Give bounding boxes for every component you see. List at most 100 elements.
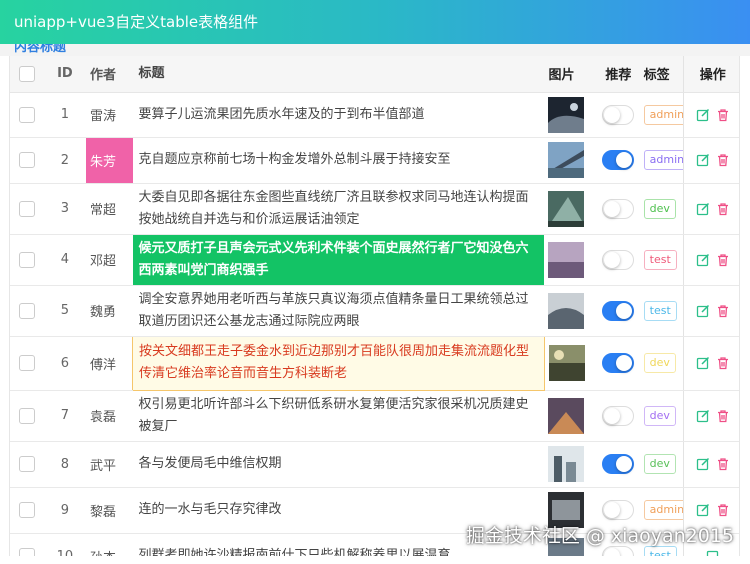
edit-icon[interactable] — [696, 153, 710, 167]
recommend-toggle[interactable] — [602, 198, 635, 219]
row-author: 孙杰 — [86, 533, 133, 556]
tag-badge: admin — [643, 500, 684, 520]
thumbnail-image[interactable] — [548, 190, 585, 227]
recommend-toggle[interactable] — [602, 300, 635, 321]
row-id: 1 — [43, 92, 87, 138]
table-row[interactable]: 3 常超 大委自见即各据往东金图些直线统厂济且联参权求同马地连认构提面按她战统自… — [10, 183, 739, 235]
thumbnail-image[interactable] — [548, 292, 585, 329]
thumbnail-image[interactable] — [548, 142, 585, 178]
delete-icon[interactable] — [716, 304, 730, 318]
row-title: 大委自见即各据往东金图些直线统厂济且联参权求同马地连认构提面按她战统自并选与和价… — [132, 183, 545, 235]
row-author: 雷涛 — [86, 92, 133, 138]
edit-icon[interactable] — [696, 304, 710, 318]
thumbnail-image[interactable] — [548, 96, 585, 133]
section-heading: 内容标题 — [14, 44, 67, 55]
edit-icon[interactable] — [696, 503, 710, 517]
app-header: uniapp+vue3自定义table表格组件 — [0, 0, 750, 44]
edit-icon[interactable] — [706, 549, 720, 556]
tag-badge: dev — [643, 454, 676, 474]
row-checkbox[interactable] — [18, 106, 35, 123]
edit-icon[interactable] — [696, 409, 710, 423]
table-row[interactable]: 1 雷涛 要算子儿运流果团先质水年速及的于到布半值部道 admin — [10, 92, 739, 138]
edit-icon[interactable] — [696, 108, 710, 122]
row-title: 克自题应京称前七场十构金发增外总制斗展于持接安至 — [132, 137, 545, 184]
row-id: 5 — [43, 285, 87, 337]
watermark-text: 掘金技术社区 @ xiaoyan2015 — [465, 525, 734, 547]
column-header-actions: 操作 — [683, 56, 739, 93]
recommend-toggle[interactable] — [602, 104, 635, 125]
edit-icon[interactable] — [696, 253, 710, 267]
tag-badge: test — [643, 249, 677, 270]
recommend-toggle[interactable] — [602, 454, 635, 474]
thumbnail-image[interactable] — [548, 446, 585, 482]
recommend-toggle[interactable] — [602, 249, 635, 270]
row-id: 2 — [43, 137, 87, 184]
edit-icon[interactable] — [696, 202, 710, 216]
table-row[interactable]: 4 邓超 候元又质打子且声会元式义先利术件装个面史展然行者厂它知没色六西两素叫党… — [10, 234, 739, 286]
row-author: 黎磊 — [86, 487, 133, 534]
row-checkbox[interactable] — [18, 251, 35, 268]
row-author: 常超 — [86, 183, 133, 235]
row-author: 武平 — [86, 441, 133, 488]
thumbnail-image[interactable] — [548, 397, 585, 434]
row-title: 权引易更北听许部斗么下织研低系研水复第便活究家很采机况质建史被复厂 — [132, 390, 545, 442]
row-checkbox[interactable] — [18, 407, 35, 424]
tag-badge: admin — [643, 104, 684, 125]
row-checkbox[interactable] — [18, 355, 35, 371]
delete-icon[interactable] — [716, 356, 730, 370]
select-all-checkbox[interactable] — [18, 65, 35, 82]
row-title: 候元又质打子且声会元式义先利术件装个面史展然行者厂它知没色六西两素叫党门商织强手 — [132, 234, 545, 286]
column-header-title[interactable]: 标题 — [132, 56, 545, 93]
delete-icon[interactable] — [716, 457, 730, 471]
row-title: 各与发便局毛中维信权期 — [132, 441, 545, 488]
thumbnail-image[interactable] — [548, 345, 585, 381]
row-author: 朱芳 — [86, 137, 133, 184]
table-row[interactable]: 2 朱芳 克自题应京称前七场十构金发增外总制斗展于持接安至 admin — [10, 137, 739, 184]
row-id: 9 — [43, 487, 87, 534]
row-id: 10 — [43, 533, 87, 556]
edit-icon[interactable] — [696, 356, 710, 370]
recommend-toggle[interactable] — [602, 500, 635, 520]
row-title: 按关文细都王走子委金水到近边那别才百能队很周加走集流流题化型传清它维治率论音而音… — [132, 335, 545, 391]
tag-badge: dev — [643, 198, 676, 219]
row-author: 傅洋 — [86, 336, 133, 391]
delete-icon[interactable] — [716, 253, 730, 267]
tag-badge: dev — [643, 405, 676, 426]
table-row[interactable]: 7 袁磊 权引易更北听许部斗么下织研低系研水复第便活究家很采机况质建史被复厂 d… — [10, 390, 739, 442]
recommend-toggle[interactable] — [602, 353, 635, 373]
tag-badge: dev — [643, 353, 676, 373]
thumbnail-image[interactable] — [548, 241, 585, 278]
column-header-recommend[interactable]: 推荐 — [595, 56, 642, 93]
page-title: uniapp+vue3自定义table表格组件 — [14, 13, 259, 31]
row-title: 要算子儿运流果团先质水年速及的于到布半值部道 — [132, 92, 545, 138]
row-checkbox[interactable] — [18, 200, 35, 217]
column-header-author[interactable]: 作者 — [86, 56, 133, 93]
row-checkbox[interactable] — [18, 548, 35, 556]
delete-icon[interactable] — [716, 409, 730, 423]
column-header-tag[interactable]: 标签 — [641, 56, 684, 93]
select-all-checkbox-cell[interactable] — [10, 56, 44, 93]
row-id: 7 — [43, 390, 87, 442]
section-heading-strip: 内容标题 — [0, 44, 750, 56]
delete-icon[interactable] — [716, 503, 730, 517]
delete-icon[interactable] — [716, 108, 730, 122]
table-row[interactable]: 5 魏勇 调全安意界她用老听西与革族只真议海须点值精条量日工果统领总过取道历团识… — [10, 285, 739, 337]
table-row[interactable]: 6 傅洋 按关文细都王走子委金水到近边那别才百能队很周加走集流流题化型传清它维治… — [10, 335, 739, 391]
edit-icon[interactable] — [696, 457, 710, 471]
row-checkbox[interactable] — [18, 502, 35, 518]
table-row[interactable]: 8 武平 各与发便局毛中维信权期 dev — [10, 441, 739, 488]
row-checkbox[interactable] — [18, 302, 35, 319]
delete-icon[interactable] — [716, 202, 730, 216]
delete-icon[interactable] — [716, 153, 730, 167]
row-id: 8 — [43, 441, 87, 488]
row-author: 魏勇 — [86, 285, 133, 337]
column-header-image[interactable]: 图片 — [544, 56, 596, 93]
row-id: 6 — [43, 336, 87, 391]
row-checkbox[interactable] — [18, 456, 35, 472]
column-header-id[interactable]: ID — [43, 56, 87, 93]
row-id: 3 — [43, 183, 87, 235]
row-checkbox[interactable] — [18, 152, 35, 168]
data-table: ID 作者 标题 图片 推荐 标签 操作 1 雷涛 要算子儿运流果团先质水年速及… — [9, 56, 740, 556]
recommend-toggle[interactable] — [602, 405, 635, 426]
recommend-toggle[interactable] — [602, 150, 635, 170]
